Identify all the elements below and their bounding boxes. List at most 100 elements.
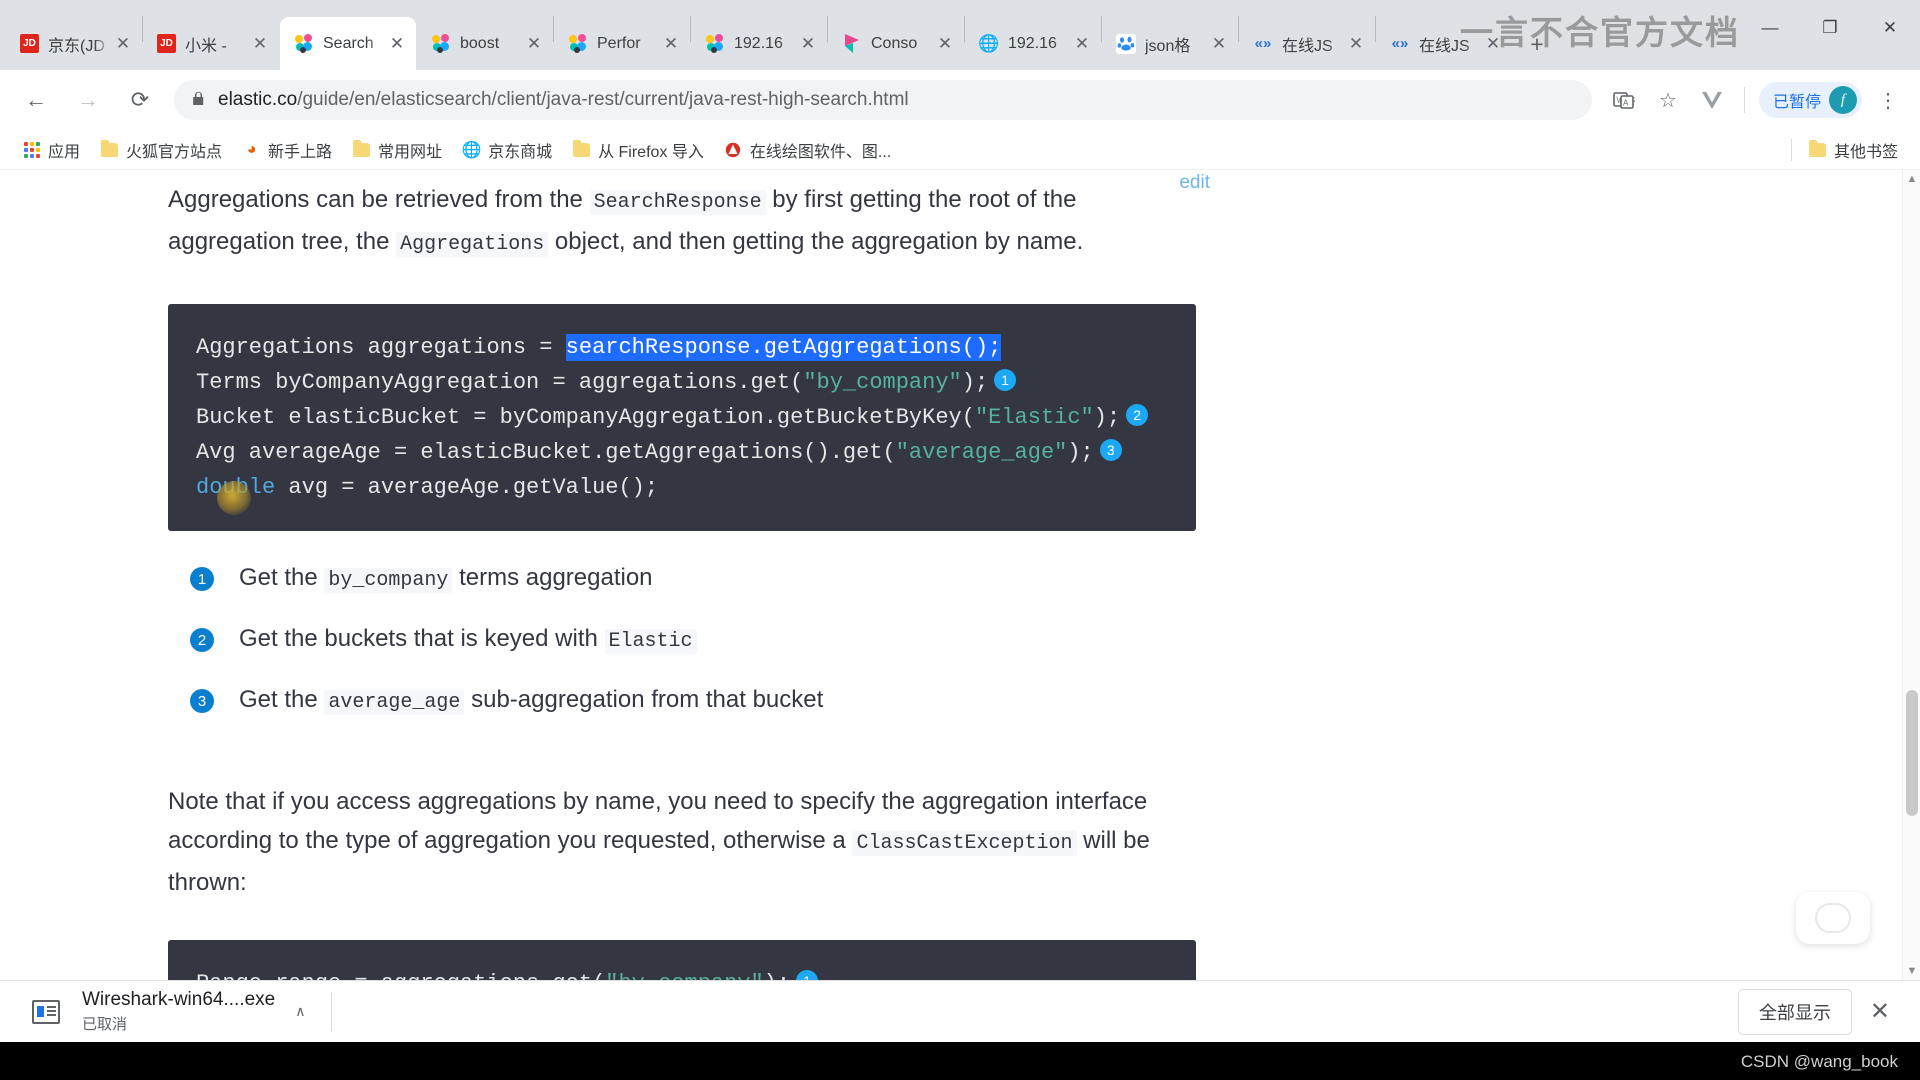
bookmark-star-icon[interactable]: ☆ <box>1648 80 1688 120</box>
toolbar-icons: \u6587A ☆ 已暂停 f ⋮ <box>1602 80 1910 120</box>
browser-tab-active[interactable]: Search ✕ <box>280 17 416 70</box>
play-icon[interactable] <box>1815 903 1851 933</box>
apps-grid-icon <box>22 140 41 159</box>
close-tab-icon[interactable]: ✕ <box>386 33 408 55</box>
scroll-up-arrow[interactable]: ▲ <box>1903 170 1920 188</box>
browser-tab[interactable]: boost ✕ <box>417 17 553 70</box>
close-download-bar-icon[interactable]: ✕ <box>1870 997 1890 1026</box>
minimize-button[interactable]: — <box>1740 0 1800 56</box>
download-item[interactable]: Wireshark-win64....exe 已取消 ∧ <box>14 989 305 1034</box>
bookmark-item[interactable]: 从 Firefox 导入 <box>562 135 714 165</box>
bookmark-item[interactable]: 🌐 京东商城 <box>452 135 562 165</box>
callout-inline-code: Elastic <box>604 629 697 654</box>
bilibili-play-icon[interactable] <box>1796 881 1870 944</box>
show-all-downloads-button[interactable]: 全部显示 <box>1737 988 1852 1035</box>
bookmarks-bar: 应用 火狐官方站点 ◕ 新手上路 常用网址 🌐 京东商城 从 Firefox 导入 在线绘图软件… <box>0 130 1920 170</box>
close-tab-icon[interactable]: ✕ <box>1071 33 1093 55</box>
code-keyword: double <box>196 475 276 500</box>
watermark-bottom: CSDN @wang_book <box>1740 1052 1898 1071</box>
elastic-icon <box>568 33 588 54</box>
jd-icon: JD <box>20 34 39 53</box>
bookmark-item[interactable]: 应用 <box>12 135 90 165</box>
translate-icon[interactable]: \u6587A <box>1604 80 1644 120</box>
close-tab-icon[interactable]: ✕ <box>1345 33 1367 55</box>
avatar[interactable]: f <box>1829 86 1857 114</box>
bookmark-item[interactable]: 火狐官方站点 <box>90 135 232 165</box>
jd-icon: JD <box>157 34 176 53</box>
browser-tab[interactable]: Perfor ✕ <box>554 17 690 70</box>
folder-icon <box>352 139 371 159</box>
code-callout-marker[interactable]: 2 <box>1126 404 1149 427</box>
bookmark-item[interactable]: 在线绘图软件、图... <box>714 135 901 165</box>
scroll-down-arrow[interactable]: ▼ <box>1903 962 1920 980</box>
browser-tab[interactable]: Conso ✕ <box>828 17 964 70</box>
browser-tab[interactable]: json格 ✕ <box>1102 17 1238 70</box>
widget-body[interactable] <box>1796 892 1870 944</box>
chevron-up-icon[interactable]: ∧ <box>295 1003 305 1020</box>
callout-item: 3 Get the average_age sub-aggregation fro… <box>168 683 1900 720</box>
callout-number[interactable]: 3 <box>190 689 214 713</box>
other-bookmarks-area: 其他书签 <box>1790 135 1908 165</box>
tab-title: 小米 - <box>185 37 227 55</box>
url-host: elastic.co <box>218 89 298 110</box>
browser-tab[interactable]: JD 京东(JD ✕ <box>6 17 142 70</box>
inline-code-classcastexception: ClassCastException <box>852 831 1077 856</box>
bookmark-label: 京东商城 <box>488 143 553 161</box>
callout-number[interactable]: 1 <box>190 567 214 591</box>
chrome-menu-icon[interactable]: ⋮ <box>1868 80 1908 120</box>
profile-status-chip[interactable]: 已暂停 f <box>1758 82 1862 118</box>
bookmark-label: 其他书签 <box>1833 143 1898 161</box>
close-tab-icon[interactable]: ✕ <box>523 33 545 55</box>
close-tab-icon[interactable]: ✕ <box>1208 33 1230 55</box>
vertical-scrollbar[interactable]: ▲ ▼ <box>1902 170 1920 980</box>
back-button[interactable]: ← <box>15 79 57 121</box>
bookmark-item[interactable]: ◕ 新手上路 <box>232 135 342 165</box>
browser-toolbar: ← → ⟳ elastic.co/guide/en/elasticsearch/… <box>0 70 1920 130</box>
close-tab-icon[interactable]: ✕ <box>249 33 271 55</box>
code-callout-marker[interactable]: 1 <box>796 970 819 980</box>
browser-tab[interactable]: 🌐 192.16 ✕ <box>965 17 1101 70</box>
close-tab-icon[interactable]: ✕ <box>797 33 819 55</box>
callout-number[interactable]: 2 <box>190 628 214 652</box>
download-bar-actions: 全部显示 ✕ <box>1737 988 1906 1035</box>
watermark-top: 一言不合官方文档 <box>1460 14 1740 51</box>
close-window-button[interactable]: ✕ <box>1860 0 1920 56</box>
reload-button[interactable]: ⟳ <box>119 79 161 121</box>
elastic-icon <box>294 33 314 54</box>
code-callout-marker[interactable]: 1 <box>994 369 1017 392</box>
edit-link[interactable]: edit <box>1179 172 1210 194</box>
callout-text-pre: Get the <box>239 564 325 591</box>
browser-tab[interactable]: JD 小米 - ✕ <box>143 17 279 70</box>
code-line-1: Aggregations aggregations = searchRespon… <box>196 330 1196 365</box>
maximize-button[interactable]: ❐ <box>1800 0 1860 56</box>
lock-icon <box>192 90 205 110</box>
callout-item: 1 Get the by_company terms aggregation <box>168 561 1900 598</box>
tab-title: 192.16 <box>1008 34 1057 52</box>
svg-text:A: A <box>1623 99 1629 108</box>
vue-devtools-icon[interactable] <box>1692 80 1732 120</box>
browser-tab[interactable]: «» 在线JS ✕ <box>1239 17 1375 70</box>
window-controls: — ❐ ✕ <box>1740 0 1920 56</box>
inline-code-searchresponse: SearchResponse <box>589 190 766 215</box>
browser-tab[interactable]: 192.16 ✕ <box>691 17 827 70</box>
firefox-icon: ◕ <box>246 140 257 158</box>
code-icon: «» <box>1254 35 1272 52</box>
tab-title: Perfor <box>597 34 641 52</box>
code-text: ); <box>1093 405 1121 430</box>
scrollbar-thumb[interactable] <box>1906 690 1918 816</box>
bookmark-other[interactable]: 其他书签 <box>1798 135 1908 165</box>
code-text: Range range = aggregations.get( <box>196 971 605 980</box>
code-block-range[interactable]: Range range = aggregations.get("by_compa… <box>168 940 1196 980</box>
code-callout-marker[interactable]: 3 <box>1099 439 1122 462</box>
close-tab-icon[interactable]: ✕ <box>934 33 956 55</box>
url-path: /guide/en/elasticsearch/client/java-rest… <box>297 89 909 110</box>
forward-button[interactable]: → <box>67 79 109 121</box>
bookmark-item[interactable]: 常用网址 <box>342 135 452 165</box>
documentation-content: edit Aggregations can be retrieved from … <box>0 172 1900 980</box>
bottom-black-bar <box>0 1042 1920 1080</box>
address-bar[interactable]: elastic.co/guide/en/elasticsearch/client… <box>174 80 1592 120</box>
close-tab-icon[interactable]: ✕ <box>112 33 134 55</box>
code-block-aggregations[interactable]: Aggregations aggregations = searchRespon… <box>168 304 1196 531</box>
close-tab-icon[interactable]: ✕ <box>660 33 682 55</box>
toolbar-divider <box>1743 87 1745 113</box>
